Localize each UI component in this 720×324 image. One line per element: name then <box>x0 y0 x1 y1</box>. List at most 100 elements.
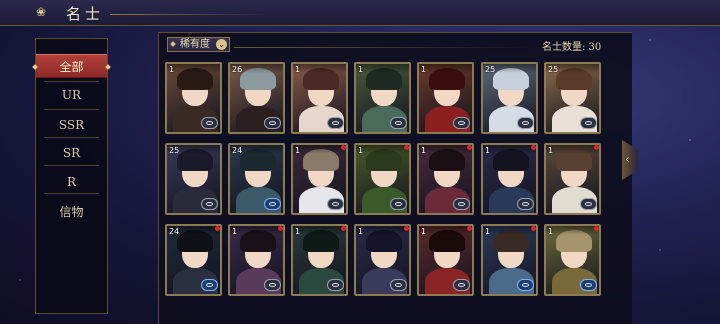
character-card[interactable]: 25 <box>165 143 222 215</box>
character-count: 名士数量: 30 <box>542 42 602 53</box>
eye-badge-icon <box>453 117 470 129</box>
card-level: 24 <box>232 146 243 155</box>
eye-badge-icon <box>517 117 534 129</box>
eye-icon <box>458 283 465 287</box>
sidebar-item-token[interactable]: 信物 <box>36 200 107 224</box>
card-level: 1 <box>358 146 364 155</box>
title-divider <box>110 14 270 15</box>
sidebar-divider <box>44 109 99 110</box>
character-card[interactable]: 1 <box>544 224 601 296</box>
top-bar: ❀ 名士 <box>0 0 720 26</box>
card-level: 1 <box>548 146 554 155</box>
eye-icon <box>269 202 276 206</box>
character-card[interactable]: 1 <box>165 62 222 134</box>
sidebar-item-sr[interactable]: SR <box>36 141 107 165</box>
eye-icon <box>585 202 592 206</box>
new-notification-dot <box>215 226 220 231</box>
eye-icon <box>332 121 339 125</box>
level-strip <box>419 145 472 154</box>
cloud-scroll-icon: ❀ <box>36 5 47 19</box>
character-card[interactable]: 1 <box>354 224 411 296</box>
sidebar-item-ssr[interactable]: SSR <box>36 113 107 137</box>
card-level: 1 <box>485 146 491 155</box>
page-title: 名士 <box>66 5 105 23</box>
level-strip <box>419 226 472 235</box>
character-card[interactable]: 25 <box>544 62 601 134</box>
level-strip <box>293 226 346 235</box>
card-level: 1 <box>169 65 175 74</box>
new-notification-dot <box>531 226 536 231</box>
eye-icon <box>522 283 529 287</box>
card-level: 25 <box>169 146 180 155</box>
character-card[interactable]: 24 <box>165 224 222 296</box>
character-card[interactable]: 1 <box>228 224 285 296</box>
level-strip <box>546 145 599 154</box>
eye-icon <box>206 202 213 206</box>
card-level: 1 <box>421 146 427 155</box>
sort-rarity-button[interactable]: 稀有度 ⌄ <box>167 37 230 52</box>
card-level: 1 <box>358 227 364 236</box>
level-strip <box>356 145 409 154</box>
character-card[interactable]: 1 <box>291 143 348 215</box>
card-level: 24 <box>169 227 180 236</box>
sidebar-item-all[interactable]: 全部 <box>36 54 107 78</box>
card-level: 1 <box>295 146 301 155</box>
eye-icon <box>522 121 529 125</box>
character-card[interactable]: 24 <box>228 143 285 215</box>
character-card[interactable]: 1 <box>291 224 348 296</box>
new-notification-dot <box>341 226 346 231</box>
eye-icon <box>269 283 276 287</box>
eye-icon <box>395 121 402 125</box>
character-card[interactable]: 1 <box>417 143 474 215</box>
card-level: 1 <box>421 65 427 74</box>
character-card[interactable]: 1 <box>417 62 474 134</box>
eye-icon <box>332 202 339 206</box>
eye-badge-icon <box>201 279 218 291</box>
eye-badge-icon <box>390 198 407 210</box>
sidebar-divider <box>44 81 99 82</box>
eye-badge-icon <box>580 198 597 210</box>
eye-badge-icon <box>453 198 470 210</box>
new-notification-dot <box>341 145 346 150</box>
level-strip <box>419 64 472 73</box>
eye-icon <box>206 283 213 287</box>
character-card[interactable]: 1 <box>354 62 411 134</box>
eye-badge-icon <box>517 198 534 210</box>
eye-icon <box>269 121 276 125</box>
side-drawer-handle[interactable]: ‹ <box>622 140 638 180</box>
sidebar-item-ur[interactable]: UR <box>36 83 107 107</box>
character-card[interactable]: 1 <box>417 224 474 296</box>
eye-icon <box>206 121 213 125</box>
character-card[interactable]: 1 <box>481 224 538 296</box>
level-strip <box>546 226 599 235</box>
level-strip <box>293 64 346 73</box>
sidebar-divider <box>44 137 99 138</box>
chevron-left-icon: ‹ <box>625 152 630 166</box>
level-strip <box>356 226 409 235</box>
new-notification-dot <box>404 226 409 231</box>
new-notification-dot <box>531 145 536 150</box>
character-card[interactable]: 26 <box>228 62 285 134</box>
character-card[interactable]: 1 <box>544 143 601 215</box>
sort-label: 稀有度 <box>180 39 210 50</box>
character-card[interactable]: 25 <box>481 62 538 134</box>
card-level: 1 <box>358 65 364 74</box>
card-level: 25 <box>548 65 559 74</box>
level-strip <box>483 226 536 235</box>
sidebar-divider <box>44 193 99 194</box>
eye-badge-icon <box>517 279 534 291</box>
eye-icon <box>585 283 592 287</box>
character-card[interactable]: 1 <box>481 143 538 215</box>
eye-badge-icon <box>201 198 218 210</box>
toolbar-divider <box>234 47 534 48</box>
sidebar-item-r[interactable]: R <box>36 170 107 194</box>
new-notification-dot <box>404 145 409 150</box>
new-notification-dot <box>594 145 599 150</box>
eye-icon <box>332 283 339 287</box>
card-level: 1 <box>548 227 554 236</box>
level-strip <box>356 64 409 73</box>
card-level: 1 <box>421 227 427 236</box>
character-card[interactable]: 1 <box>354 143 411 215</box>
new-notification-dot <box>467 226 472 231</box>
character-card[interactable]: 1 <box>291 62 348 134</box>
